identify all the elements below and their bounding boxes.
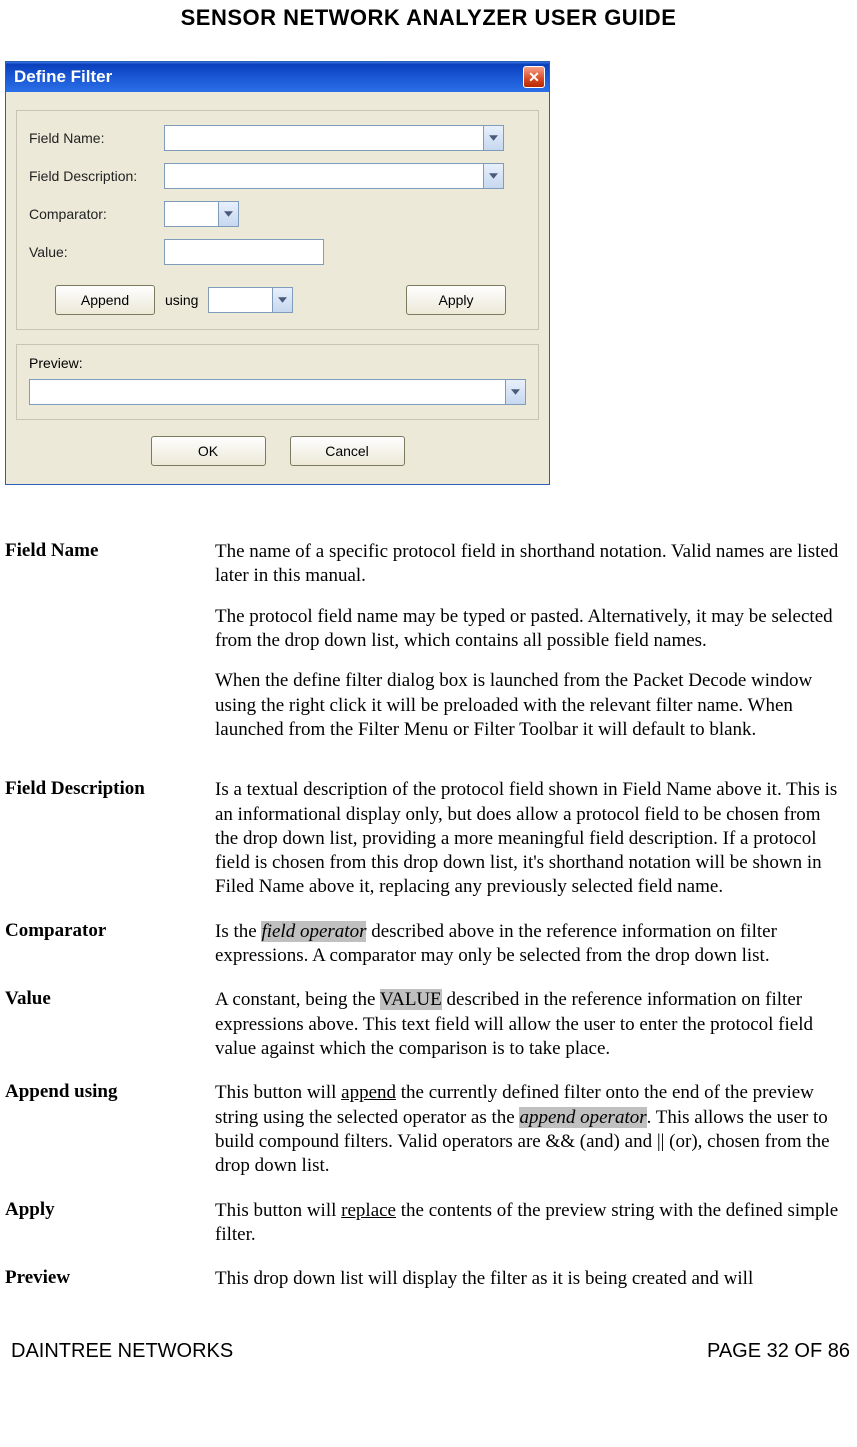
def-desc-apply: This button will replace the contents of…	[215, 1199, 852, 1268]
chevron-down-icon	[218, 202, 238, 226]
field-name-combo[interactable]	[164, 125, 504, 151]
chevron-down-icon	[272, 288, 292, 312]
comparator-label: Comparator:	[29, 206, 164, 222]
field-name-label: Field Name:	[29, 130, 164, 146]
footer-left: DAINTREE NETWORKS	[11, 1340, 233, 1363]
page-title: SENSOR NETWORK ANALYZER USER GUIDE	[5, 0, 852, 61]
chevron-down-icon	[505, 380, 525, 404]
comparator-combo[interactable]	[164, 201, 239, 227]
value-input[interactable]	[164, 239, 324, 265]
def-term-field-name: Field Name	[5, 540, 215, 778]
def-term-preview: Preview	[5, 1267, 215, 1291]
def-desc-append-using: This button will append the currently de…	[215, 1081, 852, 1198]
preview-label: Preview:	[29, 355, 526, 371]
def-term-apply: Apply	[5, 1199, 215, 1268]
chevron-down-icon	[483, 126, 503, 150]
apply-button[interactable]: Apply	[406, 285, 506, 315]
page-footer: DAINTREE NETWORKS PAGE 32 OF 86	[5, 1292, 852, 1373]
dialog-titlebar: Define Filter ✕	[6, 62, 549, 92]
def-desc-field-description: Is a textual description of the protocol…	[215, 778, 852, 920]
def-term-append-using: Append using	[5, 1081, 215, 1198]
preview-combo[interactable]	[29, 379, 526, 405]
close-icon: ✕	[528, 70, 540, 84]
using-label: using	[165, 292, 198, 308]
value-label: Value:	[29, 244, 164, 260]
def-term-value: Value	[5, 988, 215, 1081]
append-button[interactable]: Append	[55, 285, 155, 315]
dialog-title: Define Filter	[14, 67, 112, 87]
def-desc-comparator: Is the field operator described above in…	[215, 920, 852, 989]
def-desc-value: A constant, being the VALUE described in…	[215, 988, 852, 1081]
def-term-field-description: Field Description	[5, 778, 215, 920]
filter-fields-group: Field Name: Field Description:	[16, 110, 539, 330]
def-desc-preview: This drop down list will display the fil…	[215, 1267, 852, 1291]
field-description-combo[interactable]	[164, 163, 504, 189]
preview-group: Preview:	[16, 344, 539, 420]
define-filter-dialog: Define Filter ✕ Field Name: F	[5, 61, 550, 485]
chevron-down-icon	[483, 164, 503, 188]
def-term-comparator: Comparator	[5, 920, 215, 989]
def-desc-field-name: The name of a specific protocol field in…	[215, 540, 852, 778]
cancel-button[interactable]: Cancel	[290, 436, 405, 466]
field-description-label: Field Description:	[29, 168, 164, 184]
close-button[interactable]: ✕	[523, 66, 545, 88]
footer-right: PAGE 32 OF 86	[707, 1340, 850, 1363]
using-operator-combo[interactable]	[208, 287, 293, 313]
ok-button[interactable]: OK	[151, 436, 266, 466]
definitions-table: Field Name The name of a specific protoc…	[5, 540, 852, 1292]
